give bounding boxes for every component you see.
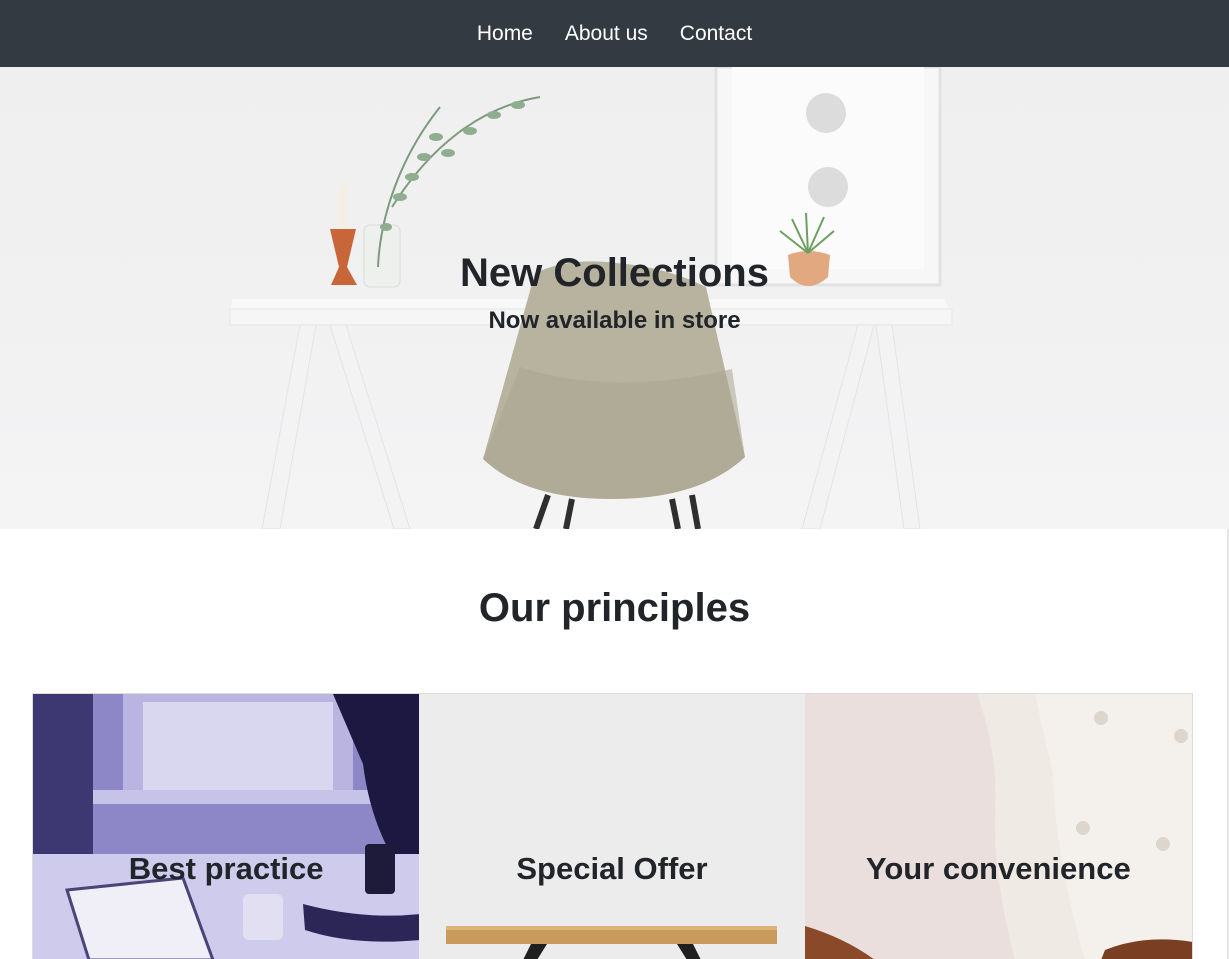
card-best-practice[interactable]: Best practice (33, 694, 420, 959)
card-your-convenience[interactable]: Your convenience (804, 694, 1192, 959)
card-image-armchair (804, 694, 1192, 959)
principles-title: Our principles (478, 586, 751, 630)
card-title: Special Offer (516, 851, 708, 886)
card-image-laptop (33, 694, 420, 959)
principles-cards: Best practice Special Offer Your conveni… (32, 693, 1193, 959)
hero-subtitle: Now available in store (488, 307, 741, 334)
card-title: Your convenience (865, 851, 1131, 886)
top-navbar: Home About us Contact (0, 0, 1229, 67)
nav-link-about[interactable]: About us (549, 0, 664, 67)
card-image-table (419, 694, 805, 959)
hero-banner: New Collections Now available in store (0, 67, 1229, 529)
card-special-offer[interactable]: Special Offer (419, 694, 805, 959)
hero-image (229, 67, 953, 529)
nav-link-contact[interactable]: Contact (664, 0, 768, 67)
hero-title: New Collections (460, 251, 769, 295)
card-title: Best practice (128, 851, 324, 886)
nav-link-home[interactable]: Home (461, 0, 549, 67)
